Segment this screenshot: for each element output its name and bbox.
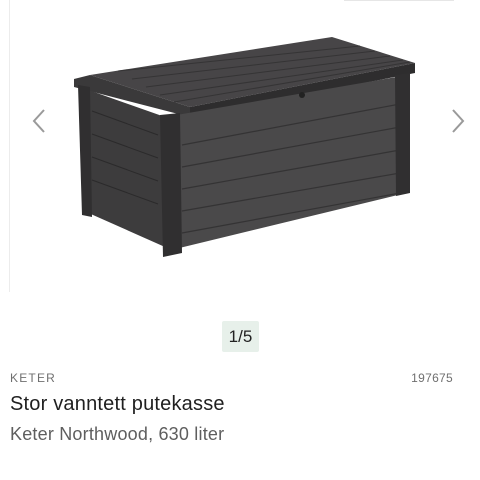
chevron-right-icon bbox=[452, 109, 465, 133]
product-title: Stor vanntett putekasse bbox=[10, 393, 225, 415]
sku-number: 197675 bbox=[411, 371, 453, 385]
back-post-left bbox=[78, 85, 92, 217]
brand-label: KETER bbox=[10, 371, 57, 385]
product-image[interactable] bbox=[70, 35, 425, 260]
prev-image-button[interactable] bbox=[24, 104, 54, 138]
image-carousel[interactable] bbox=[10, 0, 470, 300]
front-post-left bbox=[160, 113, 182, 257]
image-pager: 1/5 bbox=[222, 321, 259, 352]
product-subtitle: Keter Northwood, 630 liter bbox=[10, 424, 225, 444]
chevron-left-icon bbox=[32, 109, 45, 133]
front-post-right bbox=[395, 73, 410, 196]
next-image-button[interactable] bbox=[443, 104, 473, 138]
